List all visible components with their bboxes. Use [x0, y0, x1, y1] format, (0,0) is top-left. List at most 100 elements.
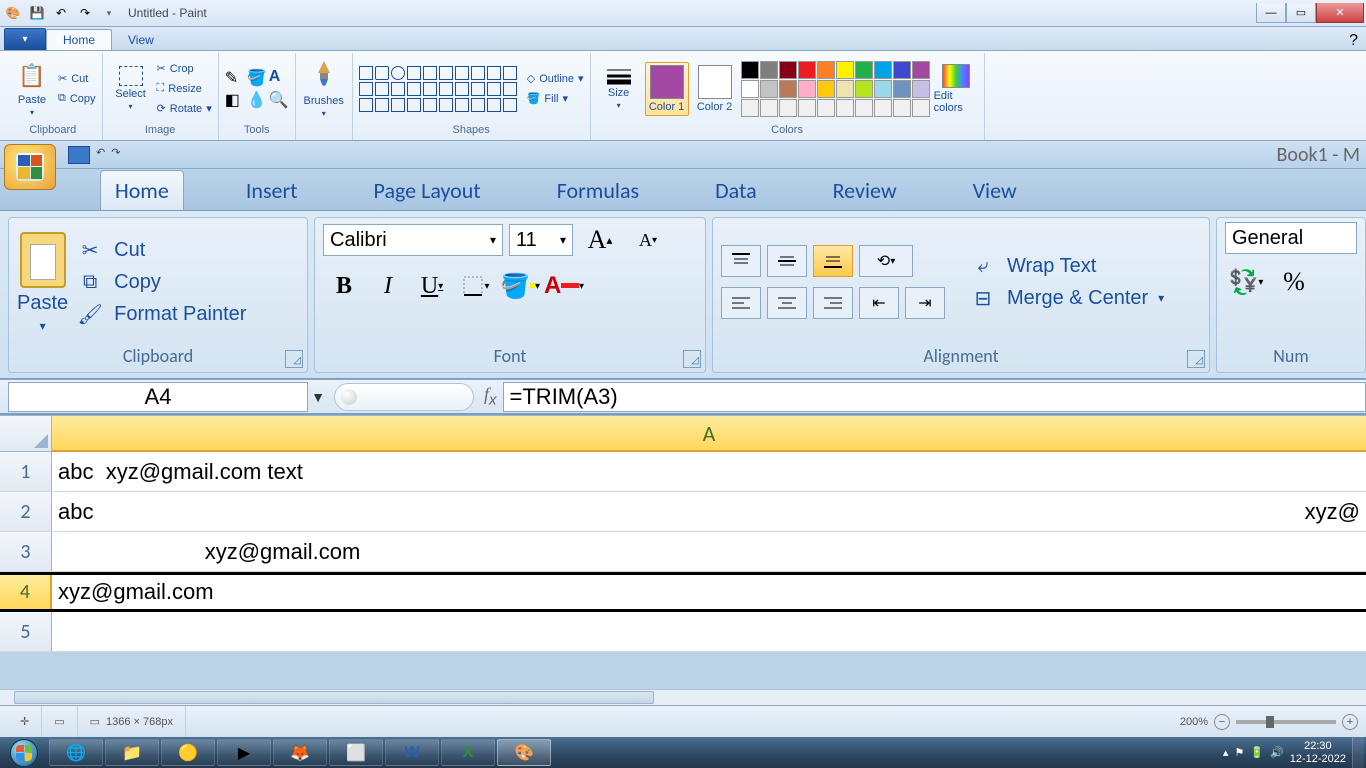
- row-header[interactable]: 2: [0, 492, 52, 531]
- save-icon[interactable]: 💾: [26, 3, 48, 23]
- formula-input[interactable]: =TRIM(A3): [503, 382, 1366, 412]
- percent-format-button[interactable]: %: [1273, 264, 1315, 300]
- clipboard-launcher-icon[interactable]: ◿: [285, 350, 303, 368]
- taskbar-mediaplayer[interactable]: ▶: [217, 739, 271, 766]
- cell[interactable]: xyz@gmail.com: [52, 575, 1366, 609]
- taskbar-paint[interactable]: 🎨: [497, 739, 551, 766]
- excel-tab-home[interactable]: Home: [100, 170, 184, 210]
- palette-color[interactable]: [798, 61, 816, 79]
- excel-tab-insert[interactable]: Insert: [232, 171, 312, 210]
- palette-color[interactable]: [893, 61, 911, 79]
- spreadsheet-grid[interactable]: A 1abc xyz@gmail.com text2abcxyz@3 xyz@g…: [0, 415, 1366, 652]
- undo-icon[interactable]: ↶: [50, 3, 72, 23]
- file-menu-button[interactable]: ▾: [4, 28, 46, 50]
- palette-color[interactable]: [874, 99, 892, 117]
- decrease-indent-button[interactable]: ⇤: [859, 287, 899, 319]
- merge-center-button[interactable]: ⊟Merge & Center ▾: [969, 286, 1164, 310]
- align-bottom-button[interactable]: [813, 245, 853, 277]
- color1-button[interactable]: Color 1: [645, 62, 689, 116]
- shape-outline-button[interactable]: ◇Outline ▾: [527, 69, 584, 89]
- shape-fill-button[interactable]: 🪣Fill ▾: [527, 89, 584, 109]
- eraser-tool-icon[interactable]: ◧: [225, 90, 245, 110]
- increase-indent-button[interactable]: ⇥: [905, 287, 945, 319]
- edit-colors-button[interactable]: Edit colors: [934, 64, 978, 114]
- palette-color[interactable]: [760, 99, 778, 117]
- excel-tab-view[interactable]: View: [959, 171, 1031, 210]
- taskbar-ie[interactable]: 🌐: [49, 739, 103, 766]
- fx-icon[interactable]: fx: [484, 384, 497, 409]
- redo-icon[interactable]: ↷: [111, 146, 120, 164]
- palette-color[interactable]: [912, 99, 930, 117]
- excel-tab-formulas[interactable]: Formulas: [543, 171, 653, 210]
- shapes-gallery[interactable]: [359, 66, 517, 112]
- palette-color[interactable]: [760, 80, 778, 98]
- taskbar-firefox[interactable]: 🦊: [273, 739, 327, 766]
- excel-paste-button[interactable]: Paste ▾: [17, 232, 68, 333]
- font-launcher-icon[interactable]: ◿: [683, 350, 701, 368]
- cell[interactable]: [52, 612, 1366, 651]
- cell[interactable]: abcxyz@: [52, 492, 1366, 531]
- cut-button[interactable]: ✂Cut: [58, 69, 96, 89]
- align-right-button[interactable]: [813, 287, 853, 319]
- taskbar-app1[interactable]: ⬜: [329, 739, 383, 766]
- cell[interactable]: xyz@gmail.com: [52, 532, 1366, 571]
- name-box[interactable]: A4▼: [8, 382, 308, 412]
- color2-button[interactable]: Color 2: [693, 65, 737, 113]
- align-middle-button[interactable]: [767, 245, 807, 277]
- tab-view[interactable]: View: [112, 30, 170, 50]
- tab-home[interactable]: Home: [46, 29, 112, 50]
- pencil-tool-icon[interactable]: ✎: [225, 68, 245, 88]
- shrink-font-button[interactable]: A▾: [627, 222, 669, 258]
- italic-button[interactable]: I: [367, 268, 409, 304]
- close-button[interactable]: ✕: [1316, 3, 1364, 23]
- palette-color[interactable]: [855, 61, 873, 79]
- excel-copy-button[interactable]: ⧉Copy: [76, 270, 246, 294]
- wrap-text-button[interactable]: ⤶Wrap Text: [969, 254, 1164, 278]
- palette-color[interactable]: [741, 61, 759, 79]
- select-button[interactable]: Select ▾: [109, 66, 153, 111]
- row-header[interactable]: 3: [0, 532, 52, 571]
- excel-tab-review[interactable]: Review: [819, 171, 911, 210]
- zoom-out-button[interactable]: −: [1214, 714, 1230, 730]
- cell[interactable]: abc xyz@gmail.com text: [52, 452, 1366, 491]
- format-painter-button[interactable]: 🖌Format Painter: [76, 302, 246, 326]
- taskbar-excel[interactable]: X: [441, 739, 495, 766]
- palette-color[interactable]: [912, 61, 930, 79]
- clock-time[interactable]: 22:30: [1290, 740, 1346, 752]
- palette-color[interactable]: [798, 80, 816, 98]
- palette-color[interactable]: [893, 80, 911, 98]
- palette-color[interactable]: [836, 80, 854, 98]
- palette-color[interactable]: [779, 61, 797, 79]
- paint-horizontal-scrollbar[interactable]: [0, 689, 1366, 705]
- excel-tab-page-layout[interactable]: Page Layout: [360, 171, 495, 210]
- align-top-button[interactable]: [721, 245, 761, 277]
- font-family-select[interactable]: Calibri▾: [323, 224, 503, 256]
- minimize-button[interactable]: —: [1256, 3, 1286, 23]
- taskbar-explorer[interactable]: 📁: [105, 739, 159, 766]
- start-button[interactable]: [0, 737, 48, 768]
- palette-color[interactable]: [836, 99, 854, 117]
- chevron-down-icon[interactable]: ▼: [311, 389, 325, 405]
- orientation-button[interactable]: ⟲▾: [859, 245, 913, 277]
- volume-icon[interactable]: 🔊: [1270, 746, 1284, 759]
- align-left-button[interactable]: [721, 287, 761, 319]
- bold-button[interactable]: B: [323, 268, 365, 304]
- palette-color[interactable]: [741, 80, 759, 98]
- save-icon[interactable]: [68, 146, 90, 164]
- zoom-slider[interactable]: [1236, 720, 1336, 724]
- resize-button[interactable]: ⛶Resize: [157, 79, 212, 99]
- palette-color[interactable]: [836, 61, 854, 79]
- border-button[interactable]: ▾: [455, 268, 497, 304]
- number-format-select[interactable]: General: [1225, 222, 1357, 254]
- text-tool-icon[interactable]: A: [269, 68, 289, 88]
- column-header-A[interactable]: A: [52, 416, 1366, 452]
- palette-color[interactable]: [874, 80, 892, 98]
- help-icon[interactable]: ?: [1349, 32, 1358, 50]
- flag-icon[interactable]: ⚑: [1234, 746, 1244, 759]
- underline-button[interactable]: U▾: [411, 268, 453, 304]
- taskbar-chrome[interactable]: 🟡: [161, 739, 215, 766]
- palette-color[interactable]: [741, 99, 759, 117]
- size-button[interactable]: Size ▾: [597, 67, 641, 110]
- palette-color[interactable]: [817, 80, 835, 98]
- palette-color[interactable]: [760, 61, 778, 79]
